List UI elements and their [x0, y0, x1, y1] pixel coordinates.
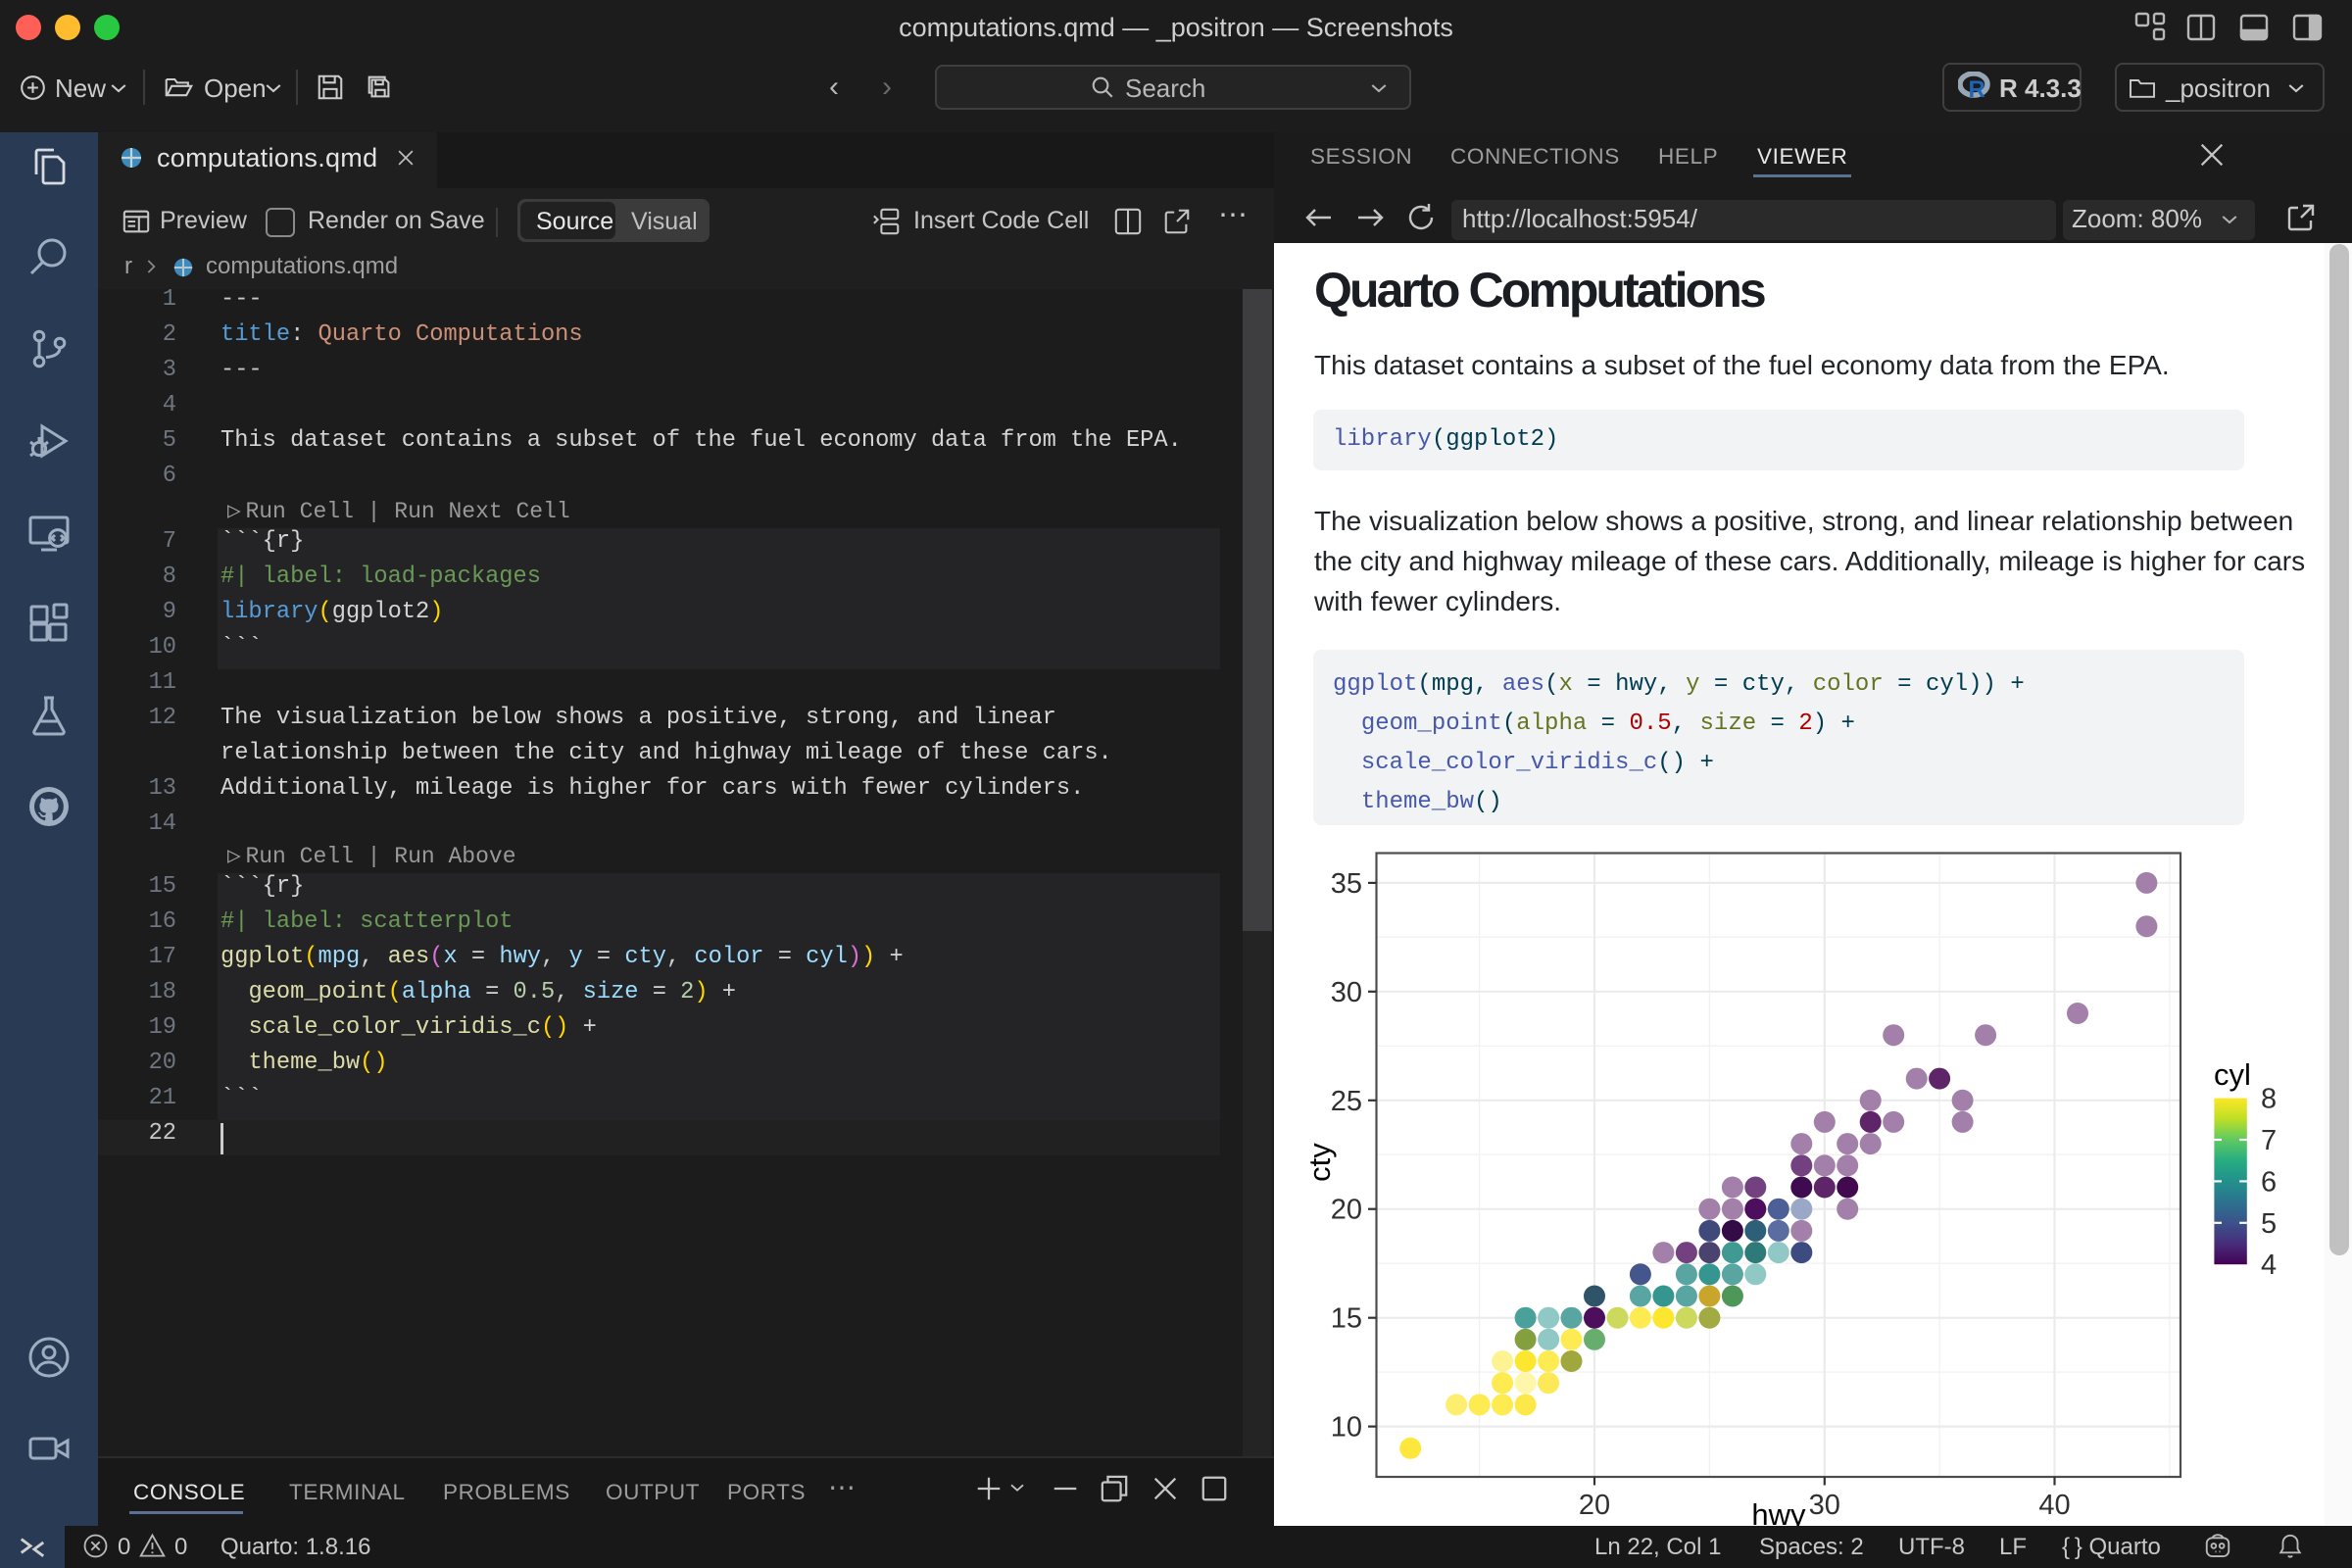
- svg-text:cty: cty: [1302, 1143, 1337, 1182]
- svg-text:cyl: cyl: [2214, 1057, 2251, 1092]
- svg-text:30: 30: [1809, 1490, 1840, 1521]
- svg-text:7: 7: [2261, 1125, 2277, 1156]
- svg-text:35: 35: [1331, 868, 1362, 900]
- svg-text:5: 5: [2261, 1208, 2277, 1240]
- svg-text:8: 8: [2261, 1084, 2277, 1115]
- svg-text:hwy: hwy: [1751, 1497, 1806, 1527]
- svg-text:40: 40: [2038, 1490, 2070, 1521]
- svg-text:25: 25: [1331, 1086, 1362, 1117]
- svg-text:4: 4: [2261, 1250, 2277, 1281]
- svg-text:6: 6: [2261, 1166, 2277, 1198]
- svg-text:20: 20: [1331, 1195, 1362, 1226]
- svg-text:15: 15: [1331, 1303, 1362, 1335]
- svg-text:30: 30: [1331, 977, 1362, 1008]
- svg-text:20: 20: [1579, 1490, 1610, 1521]
- svg-text:10: 10: [1331, 1412, 1362, 1444]
- svg-text:R: R: [1969, 76, 1985, 101]
